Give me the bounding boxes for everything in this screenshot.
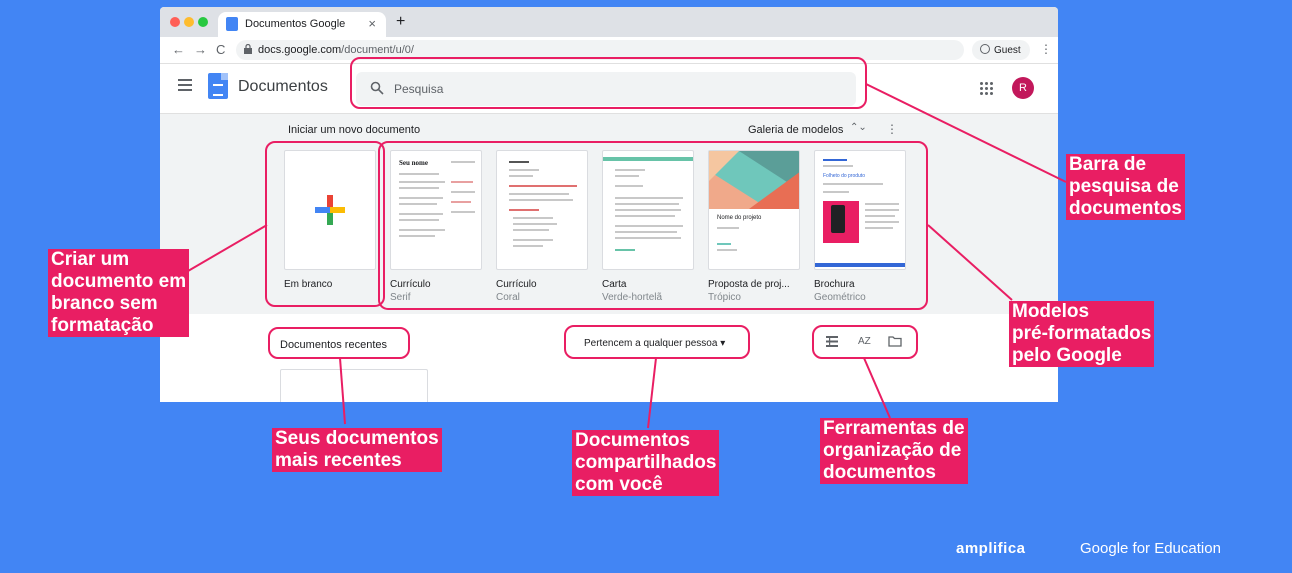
template-gallery-button[interactable]: Galeria de modelos [748,124,843,136]
google-apps-icon[interactable] [980,82,994,96]
docs-favicon-icon [226,17,238,31]
close-window-button[interactable] [170,17,180,27]
callout-shared-documents: Documentos compartilhados com você [572,430,720,496]
app-title[interactable]: Documentos [238,78,328,96]
profile-button[interactable]: Guest [972,40,1030,60]
callout-line: Seus documentos [275,428,439,449]
highlight-tools [812,325,918,359]
more-options-icon[interactable]: ⋮ [886,122,898,136]
callout-line: Criar um [51,249,130,270]
highlight-recent [268,327,410,359]
url-text: docs.google.com/document/u/0/ [258,44,414,56]
callout-line: Barra de [1069,154,1147,175]
docs-logo-icon[interactable] [208,73,228,99]
main-menu-icon[interactable] [178,79,192,91]
browser-tab[interactable]: Documentos Google × [218,12,386,37]
google-for-education-logo: Google for Education [1080,540,1221,557]
url-domain: docs.google.com [258,44,342,56]
callout-line: documentos [1069,198,1182,219]
callout-search-bar: Barra de pesquisa de documentos [1066,154,1185,220]
highlight-search [350,57,867,109]
callout-line: Documentos [575,430,691,451]
minimize-window-button[interactable] [184,17,194,27]
tab-close-icon[interactable]: × [368,16,376,31]
lock-icon [244,44,252,54]
reload-button[interactable]: C [216,42,225,57]
profile-icon [980,44,990,54]
callout-line: documento em [51,271,187,292]
highlight-templates [378,141,928,310]
browser-menu-icon[interactable]: ⋮ [1040,42,1052,56]
callout-recent-documents: Seus documentos mais recentes [272,428,442,472]
callout-line: formatação [51,315,154,336]
forward-button[interactable]: → [194,42,207,57]
expand-collapse-icon[interactable]: ⌃⌄ [850,122,867,133]
recent-document-card[interactable] [280,369,428,402]
callout-organization-tools: Ferramentas de organização de documentos [820,418,968,484]
callout-line: branco sem [51,293,158,314]
callout-blank-document: Criar um documento em branco sem formata… [48,249,190,337]
section-title: Iniciar um novo documento [288,124,421,136]
callout-line: compartilhados [575,452,717,473]
tab-bar: Documentos Google × + [160,7,1058,37]
callout-line: Ferramentas de [823,418,965,439]
callout-line: documentos [823,462,936,483]
new-tab-button[interactable]: + [396,13,405,31]
callout-line: pesquisa de [1069,176,1179,197]
callout-line: pelo Google [1012,345,1122,366]
maximize-window-button[interactable] [198,17,208,27]
callout-line: Modelos [1012,301,1090,322]
callout-line: organização de [823,440,962,461]
back-button[interactable]: ← [172,42,185,57]
tab-title: Documentos Google [245,18,346,30]
callout-line: mais recentes [275,450,402,471]
callout-line: com você [575,474,663,495]
callout-templates: Modelos pré-formatados pelo Google [1009,301,1155,367]
highlight-owner-filter [564,325,750,359]
profile-label: Guest [994,45,1021,56]
callout-line: pré-formatados [1012,323,1152,344]
highlight-blank [265,141,385,307]
amplifica-logo: amplifica [956,540,1026,557]
url-path: /document/u/0/ [341,44,414,56]
avatar[interactable]: R [1012,77,1034,99]
